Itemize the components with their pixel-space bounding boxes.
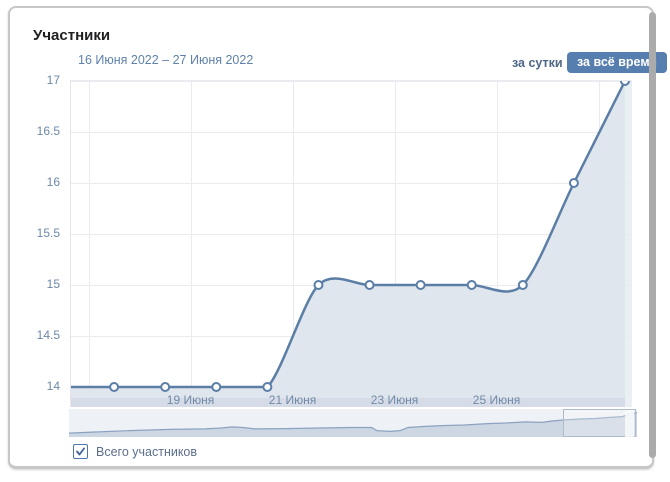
overview-sparkline xyxy=(69,409,637,437)
legend-label: Всего участников xyxy=(96,445,197,459)
data-point-marker xyxy=(570,179,578,187)
data-point-marker xyxy=(263,383,271,391)
data-point-marker xyxy=(468,281,476,289)
scrollbar-thumb[interactable] xyxy=(649,12,656,458)
x-tick-label: 25 Июня xyxy=(473,393,520,407)
y-tick-label: 14 xyxy=(0,379,60,393)
data-point-marker xyxy=(212,383,220,391)
total-members-checkbox[interactable] xyxy=(73,444,88,459)
data-point-marker xyxy=(314,281,322,289)
x-tick-label: 19 Июня xyxy=(167,393,214,407)
overview-chart xyxy=(69,409,637,437)
members-chart-plot: 19 Июня 21 Июня 23 Июня 25 Июня xyxy=(70,80,632,407)
area-fill xyxy=(71,81,625,407)
y-tick-label: 17 xyxy=(0,73,60,87)
y-tick-label: 16 xyxy=(0,175,60,189)
y-tick-label: 15.5 xyxy=(0,226,60,240)
vk-stats-widget: { "header": { "title": "Участники", "dat… xyxy=(0,0,670,482)
y-tick-label: 15 xyxy=(0,277,60,291)
overview-selection-window[interactable] xyxy=(563,409,636,437)
y-tick-label: 14.5 xyxy=(0,328,60,342)
data-point-marker xyxy=(366,281,374,289)
data-point-marker xyxy=(161,383,169,391)
y-tick-label: 16.5 xyxy=(0,124,60,138)
x-tick-label: 23 Июня xyxy=(371,393,418,407)
legend-row: Всего участников xyxy=(73,444,197,459)
x-tick-label: 21 Июня xyxy=(269,393,316,407)
overview-selection-handle[interactable] xyxy=(625,410,634,437)
data-point-marker xyxy=(110,383,118,391)
date-range-label: 16 Июня 2022 – 27 Июня 2022 xyxy=(78,53,253,67)
checkmark-icon xyxy=(75,446,86,457)
per-day-tab[interactable]: за сутки xyxy=(512,56,563,70)
data-point-marker xyxy=(417,281,425,289)
members-line-chart xyxy=(71,81,632,407)
page-title: Участники xyxy=(33,27,110,44)
data-point-marker xyxy=(621,81,629,85)
overview-area xyxy=(69,412,637,437)
data-point-marker xyxy=(519,281,527,289)
axis-band xyxy=(71,398,625,407)
